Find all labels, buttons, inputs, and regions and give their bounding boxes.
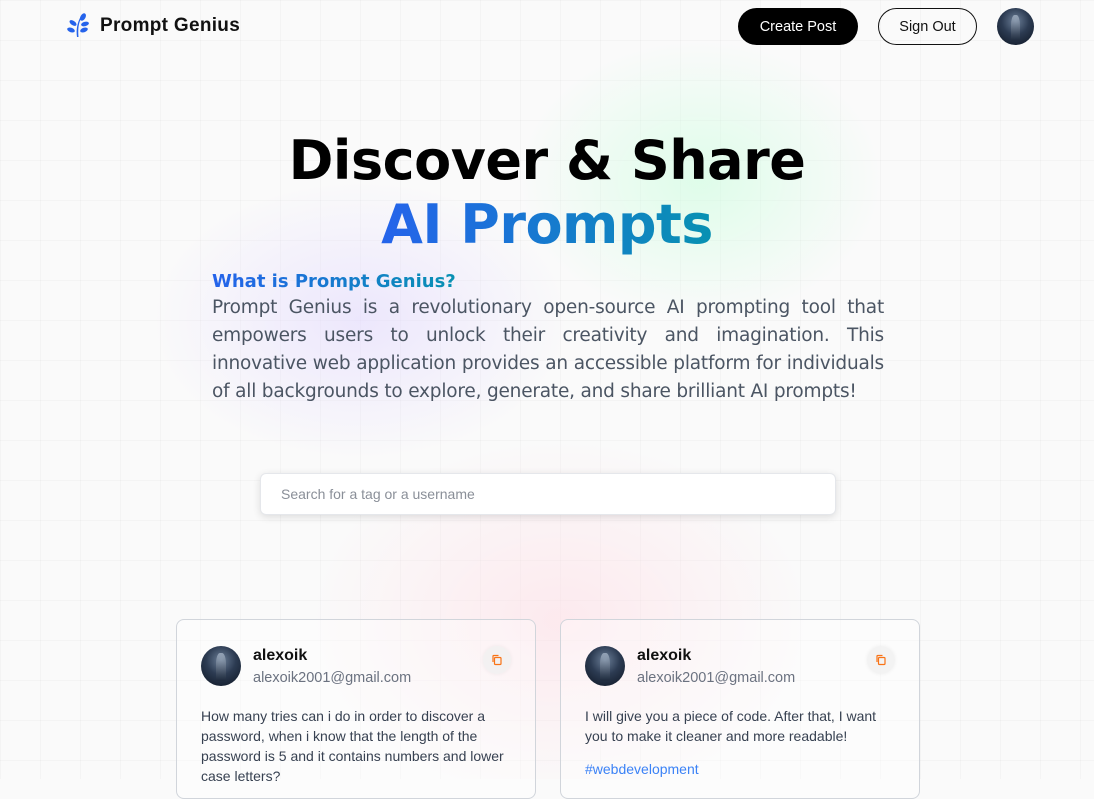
user-email: alexoik2001@gmail.com	[253, 670, 412, 686]
prompt-text: I will give you a piece of code. After t…	[585, 708, 877, 744]
copy-button[interactable]	[867, 646, 895, 674]
prompt-text: How many tries can i do in order to disc…	[201, 708, 504, 784]
user-email: alexoik2001@gmail.com	[637, 670, 796, 686]
search-input[interactable]	[260, 473, 836, 515]
prompt-card[interactable]: alexoik alexoik2001@gmail.com I will giv…	[560, 619, 920, 799]
user-info: alexoik alexoik2001@gmail.com	[637, 646, 795, 686]
sign-out-button[interactable]: Sign Out	[878, 8, 977, 45]
copy-button[interactable]	[483, 646, 511, 674]
hero-subtitle-text: AI Prompts	[381, 193, 713, 256]
username[interactable]: alexoik	[253, 647, 411, 665]
card-header: alexoik alexoik2001@gmail.com	[585, 646, 895, 686]
brand-name: Prompt Genius	[100, 15, 241, 36]
navbar: Prompt Genius Create Post Sign Out	[0, 0, 1094, 54]
avatar[interactable]	[201, 646, 241, 686]
about-title: What is Prompt Genius?	[212, 271, 456, 292]
card-header: alexoik alexoik2001@gmail.com	[201, 646, 511, 686]
hero-title: Discover & Share	[288, 129, 806, 192]
prompt-card[interactable]: alexoik alexoik2001@gmail.com How many t…	[176, 619, 536, 799]
tag-link[interactable]: #webdevelopment	[585, 761, 895, 777]
about-text: Prompt Genius is a revolutionary open-so…	[212, 297, 884, 402]
hero-subtitle: AI Prompts	[0, 192, 1094, 258]
user-info: alexoik alexoik2001@gmail.com	[253, 646, 411, 686]
avatar[interactable]	[585, 646, 625, 686]
logo-icon	[67, 13, 89, 37]
copy-icon	[492, 654, 502, 666]
copy-icon	[876, 654, 886, 666]
create-post-button[interactable]: Create Post	[738, 8, 858, 45]
about-section: What is Prompt Genius? Prompt Genius is …	[212, 271, 884, 406]
profile-avatar[interactable]	[997, 8, 1034, 45]
username[interactable]: alexoik	[637, 647, 795, 665]
brand-link[interactable]: Prompt Genius	[66, 13, 240, 39]
